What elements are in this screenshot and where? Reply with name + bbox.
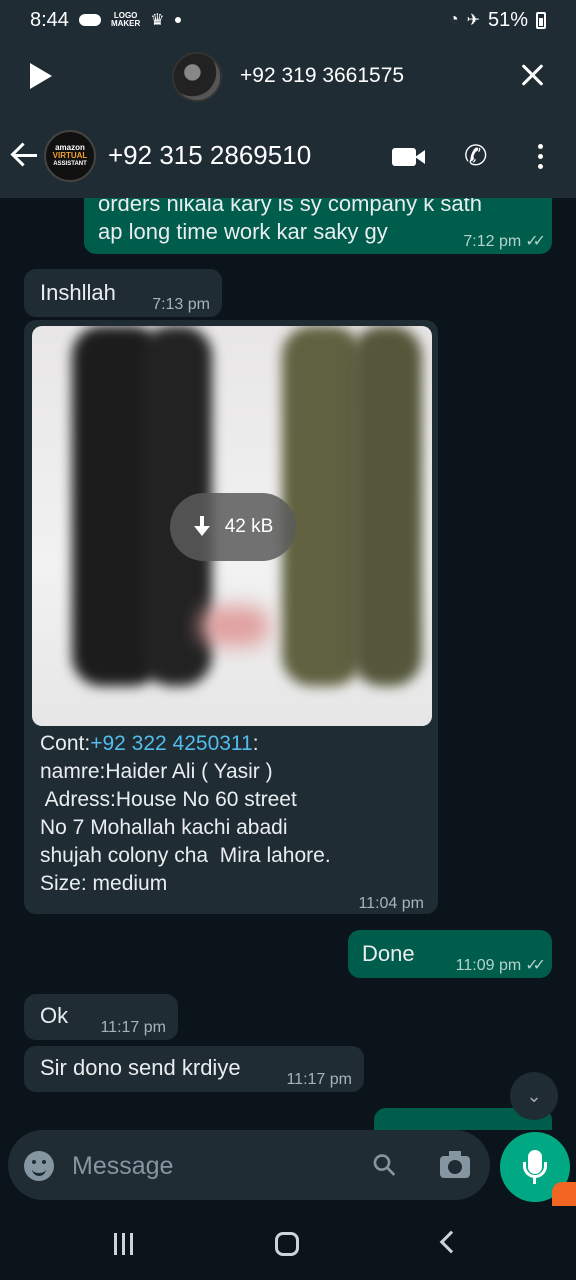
- more-options-icon[interactable]: [538, 144, 544, 170]
- system-nav-bar: [0, 1206, 576, 1280]
- ongoing-call-bar[interactable]: +92 319 3661575: [0, 40, 576, 114]
- message-text: Inshllah: [40, 280, 116, 305]
- message-time: 7:13 pm: [152, 296, 210, 313]
- download-icon: [193, 516, 211, 538]
- wifi-icon: ◔: [448, 11, 459, 28]
- contact-avatar[interactable]: amazon VIRTUAL ASSISTANT: [44, 130, 96, 182]
- message-bubble-incoming[interactable]: Ok 11:17 pm: [24, 994, 178, 1040]
- image-caption: Cont:+92 322 4250311: namre:Haider Ali (…: [40, 732, 331, 895]
- back-arrow-icon[interactable]: [10, 140, 40, 170]
- message-text: Ok: [40, 1003, 69, 1028]
- read-ticks-icon: ✓✓: [525, 957, 546, 974]
- message-input[interactable]: [72, 1148, 352, 1184]
- voice-call-icon[interactable]: ✆: [464, 142, 487, 170]
- message-text: Done: [362, 941, 415, 966]
- play-icon[interactable]: [30, 63, 52, 89]
- file-size: 42 kB: [224, 516, 274, 537]
- message-bubble-incoming[interactable]: Sir dono send krdiye 11:17 pm: [24, 1046, 364, 1092]
- phone-link[interactable]: +92 322 4250311: [90, 732, 253, 755]
- logo-maker-icon: LOGO MAKER: [110, 11, 141, 28]
- battery-percent: 51%: [487, 8, 528, 31]
- double-chevron-down-icon: ⌄: [526, 1085, 542, 1106]
- airplane-icon: ✈: [466, 12, 480, 29]
- message-bubble-outgoing[interactable]: orders nikala kary is sy company k sath …: [84, 198, 552, 254]
- message-time: 11:09 pm ✓✓: [455, 957, 546, 974]
- call-avatar: [172, 52, 222, 102]
- message-time: 7:12 pm ✓✓: [463, 233, 546, 250]
- close-icon[interactable]: [516, 58, 550, 92]
- message-time: 11:17 pm: [100, 1019, 166, 1036]
- message-time: 11:04 pm: [358, 895, 424, 912]
- battery-icon: [536, 11, 546, 29]
- status-time: 8:44: [30, 8, 69, 31]
- cloud-icon: [78, 14, 101, 26]
- overlay-badge-icon[interactable]: [552, 1182, 576, 1208]
- scroll-to-bottom-button[interactable]: ⌄: [510, 1072, 558, 1120]
- message-box[interactable]: ⚲: [8, 1130, 490, 1200]
- compose-bar: ⚲: [0, 1130, 576, 1206]
- emoji-icon[interactable]: [24, 1151, 54, 1181]
- home-icon[interactable]: [275, 1232, 299, 1256]
- message-text: ap long time work kar saky gy: [98, 219, 388, 244]
- video-call-icon[interactable]: [392, 148, 425, 166]
- chat-area[interactable]: orders nikala kary is sy company k sath …: [0, 198, 576, 1130]
- attach-icon[interactable]: ⚲: [365, 1145, 405, 1185]
- status-bar: 8:44 LOGO MAKER ♛ ◔ ✈ 51%: [0, 0, 576, 40]
- chat-header: amazon VIRTUAL ASSISTANT +92 315 2869510…: [0, 114, 576, 198]
- notification-dot-icon: [174, 17, 181, 23]
- image-message-bubble[interactable]: 42 kB Cont:+92 322 4250311: namre:Haider…: [24, 320, 438, 914]
- contact-name[interactable]: +92 315 2869510: [108, 140, 311, 171]
- message-text: Sir dono send krdiye: [40, 1055, 241, 1080]
- download-button[interactable]: 42 kB: [170, 493, 296, 561]
- crown-icon: ♛: [150, 12, 165, 29]
- message-bubble-incoming[interactable]: Inshllah 7:13 pm: [24, 269, 222, 317]
- camera-icon[interactable]: [440, 1151, 470, 1178]
- message-bubble-outgoing[interactable]: Done 11:09 pm ✓✓: [348, 930, 552, 978]
- back-icon[interactable]: [439, 1230, 463, 1254]
- message-time: 11:17 pm: [286, 1071, 352, 1088]
- recents-icon[interactable]: [114, 1233, 138, 1255]
- read-ticks-icon: ✓✓: [525, 233, 546, 250]
- message-text: orders nikala kary is sy company k sath: [98, 198, 482, 216]
- blurred-image-preview[interactable]: 42 kB: [32, 326, 432, 726]
- call-number: +92 319 3661575: [240, 64, 405, 87]
